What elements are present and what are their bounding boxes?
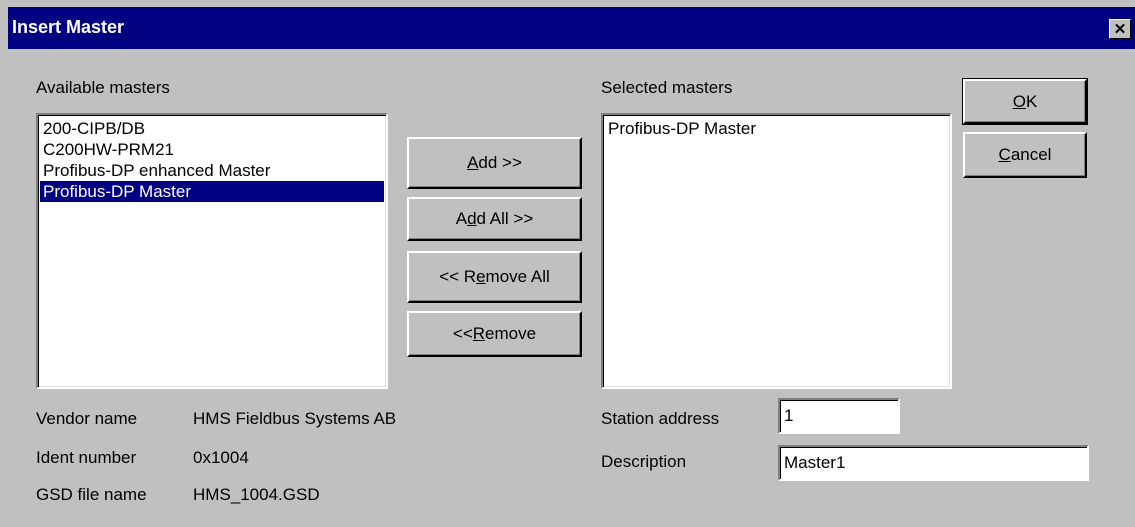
description-input[interactable]: Master1 bbox=[778, 445, 1089, 481]
vendor-name-label: Vendor name bbox=[36, 409, 138, 428]
list-item[interactable]: Profibus-DP Master bbox=[605, 118, 948, 139]
station-address-input[interactable]: 1 bbox=[778, 398, 900, 434]
description-label: Description bbox=[601, 452, 687, 471]
list-item[interactable]: Profibus-DP Master bbox=[40, 181, 384, 202]
vendor-name-value: HMS Fieldbus Systems AB bbox=[193, 409, 397, 428]
title-bar: Insert Master ✕ bbox=[8, 7, 1135, 49]
close-button[interactable]: ✕ bbox=[1109, 19, 1131, 39]
remove-all-button[interactable]: << Re move All bbox=[407, 251, 582, 303]
list-item[interactable]: 200-CIPB/DB bbox=[40, 118, 384, 139]
gsd-file-name-value: HMS_1004.GSD bbox=[193, 485, 320, 504]
ok-button[interactable]: OK bbox=[962, 78, 1088, 125]
ident-number-value: 0x1004 bbox=[193, 448, 249, 467]
available-masters-label: Available masters bbox=[36, 78, 170, 97]
list-item[interactable]: Profibus-DP enhanced Master bbox=[40, 160, 384, 181]
remove-button[interactable]: << Remove bbox=[407, 311, 582, 357]
list-item[interactable]: C200HW-PRM21 bbox=[40, 139, 384, 160]
gsd-file-name-label: GSD file name bbox=[36, 485, 147, 504]
add-all-button[interactable]: Add All >> bbox=[407, 197, 582, 241]
close-icon: ✕ bbox=[1113, 20, 1127, 38]
station-address-label: Station address bbox=[601, 409, 720, 428]
selected-masters-listbox[interactable]: Profibus-DP Master bbox=[601, 113, 952, 389]
selected-masters-label: Selected masters bbox=[601, 78, 733, 97]
available-masters-listbox[interactable]: 200-CIPB/DB C200HW-PRM21 Profibus-DP enhan… bbox=[36, 113, 388, 389]
window-title: Insert Master bbox=[12, 17, 125, 37]
ident-number-label: Ident number bbox=[36, 448, 137, 467]
add-button[interactable]: Add >> bbox=[407, 137, 582, 189]
cancel-button[interactable]: Cancel bbox=[963, 132, 1087, 178]
